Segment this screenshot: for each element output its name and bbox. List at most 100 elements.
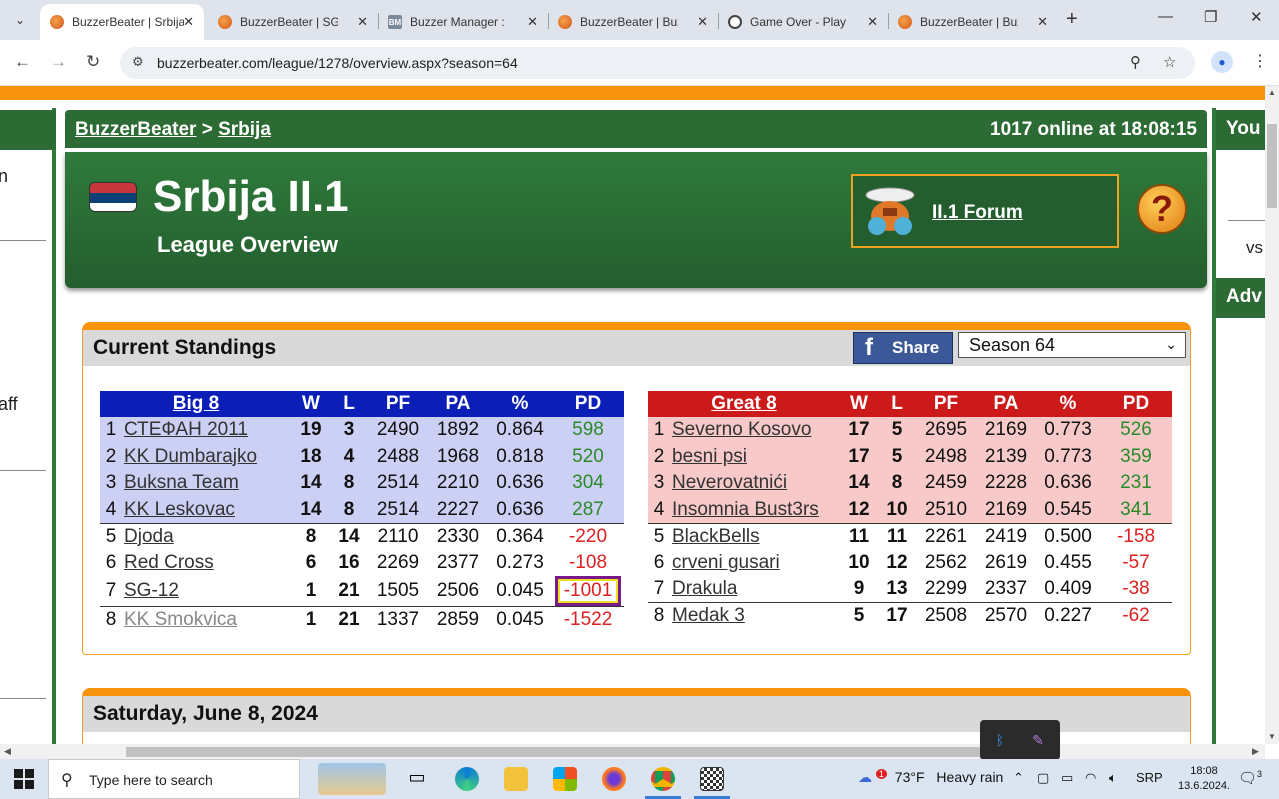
points-for-cell: 2488	[368, 443, 428, 470]
tab-buzzerbeater-3[interactable]: BuzzerBeater | Buz ✕	[548, 4, 718, 40]
scroll-down-icon[interactable]: ▼	[1268, 732, 1276, 741]
reload-icon[interactable]: ↻	[86, 52, 100, 72]
bluetooth-icon[interactable]: ᛒ	[986, 728, 1014, 752]
battery-icon[interactable]: ▭	[1061, 770, 1073, 786]
taskbar-clock[interactable]: 18:08 13.6.2024.	[1178, 764, 1230, 794]
team-link[interactable]: Red Cross	[124, 552, 214, 573]
url-text[interactable]: buzzerbeater.com/league/1278/overview.as…	[157, 55, 518, 71]
team-link[interactable]: Severno Kosovo	[672, 419, 811, 440]
scroll-up-icon[interactable]: ▲	[1268, 88, 1276, 97]
group-name-link[interactable]: Big 8	[100, 391, 292, 417]
menu-kebab-icon[interactable]: ⋮	[1252, 51, 1268, 71]
team-link[interactable]: Drakula	[672, 578, 737, 599]
help-question-icon[interactable]: ?	[1137, 184, 1187, 234]
volume-icon[interactable]: 🔈︎	[1109, 770, 1117, 786]
scrollbar-thumb[interactable]	[126, 747, 994, 757]
scroll-left-icon[interactable]: ◀	[4, 746, 11, 757]
window-close-icon[interactable]: ✕	[1250, 8, 1263, 26]
team-link[interactable]: KK Smokvica	[124, 609, 237, 630]
win-pct-cell: 0.045	[496, 609, 544, 630]
close-icon[interactable]: ✕	[527, 14, 538, 30]
point-diff-value: 287	[572, 498, 604, 520]
scroll-right-icon[interactable]: ▶	[1252, 746, 1259, 757]
win-pct-cell: 0.455	[1044, 551, 1092, 573]
team-link[interactable]: Neverovatnići	[672, 472, 787, 493]
language-indicator[interactable]: SRP	[1136, 770, 1163, 785]
rank-cell: 8	[105, 609, 117, 630]
team-cell: BlackBells	[670, 522, 840, 550]
new-tab-plus-icon[interactable]: +	[1066, 8, 1078, 31]
scrollbar-thumb[interactable]	[1267, 124, 1277, 208]
meet-now-icon[interactable]: ▢	[1037, 770, 1049, 786]
group-name-link[interactable]: Great 8	[648, 391, 840, 417]
tab-buzzerbeater-4[interactable]: BuzzerBeater | Buz ✕	[888, 4, 1058, 40]
facebook-share-button[interactable]: f Share	[853, 332, 953, 364]
chrome-icon[interactable]	[651, 767, 675, 791]
close-icon[interactable]: ✕	[1037, 14, 1048, 30]
losses-cell: 4	[330, 443, 368, 470]
tab-game-over[interactable]: Game Over - Play J ✕	[718, 4, 888, 40]
page-title: Srbija II.1	[153, 172, 349, 221]
tab-sg12[interactable]: BuzzerBeater | SG-12 ✕	[208, 4, 378, 40]
losses-cell: 21	[338, 609, 360, 630]
team-link[interactable]: SG-12	[124, 580, 179, 601]
task-view-icon[interactable]: ▭	[405, 767, 429, 791]
team-link[interactable]: СТЕФАН 2011	[124, 419, 248, 440]
team-link[interactable]: crveni gusari	[672, 552, 780, 573]
app-checkered-icon[interactable]	[700, 767, 724, 791]
tray-chevron-up-icon[interactable]: ⌃	[1013, 770, 1024, 786]
back-arrow-icon[interactable]: ←	[14, 52, 31, 72]
season-select[interactable]: Season 64 ⌄	[958, 332, 1186, 358]
clock-icon	[728, 15, 742, 29]
address-bar[interactable]: ⚙ buzzerbeater.com/league/1278/overview.…	[120, 47, 1195, 79]
breadcrumb-country-link[interactable]: Srbija	[218, 119, 271, 140]
notification-icon[interactable]: 🗨︎3	[1238, 769, 1262, 787]
tab-buzzer-manager[interactable]: BM Buzzer Manager : s ✕	[378, 4, 548, 40]
edge-icon[interactable]	[455, 767, 479, 791]
rank-cell: 2	[100, 443, 122, 470]
search-highlight-icon[interactable]	[318, 763, 386, 795]
rank-cell: 6	[653, 551, 665, 573]
windows-start-icon[interactable]	[14, 769, 34, 789]
bookmark-star-icon[interactable]: ☆	[1163, 53, 1176, 71]
team-link[interactable]: Insomnia Bust3rs	[672, 499, 819, 520]
store-icon[interactable]	[553, 767, 577, 791]
points-against-cell: 1892	[428, 417, 488, 444]
weather-widget[interactable]: ☁ 1 73°F Heavy rain	[858, 769, 1003, 786]
team-link[interactable]: Medak 3	[672, 605, 745, 626]
win-pct-cell: 0.773	[1036, 417, 1100, 444]
taskbar-search[interactable]: ⚲ Type here to search	[48, 759, 300, 799]
points-against-cell: 1968	[428, 443, 488, 470]
breadcrumb-home-link[interactable]: BuzzerBeater	[75, 119, 196, 140]
tab-label: BuzzerBeater | Buz	[580, 15, 678, 29]
horizontal-scrollbar[interactable]: ◀ ▶	[0, 744, 1265, 759]
team-link[interactable]: BlackBells	[672, 526, 760, 547]
file-explorer-icon[interactable]	[504, 767, 528, 791]
team-link[interactable]: Buksna Team	[124, 472, 239, 493]
tab-search-chevron-icon[interactable]: ⌄	[8, 8, 32, 32]
pen-icon[interactable]: ✎	[1024, 728, 1052, 752]
restore-icon[interactable]: ❐	[1204, 8, 1217, 26]
page-subtitle: League Overview	[157, 232, 338, 257]
firefox-icon[interactable]	[602, 767, 626, 791]
vertical-scrollbar[interactable]: ▲ ▼	[1265, 86, 1279, 744]
team-link[interactable]: besni psi	[672, 446, 747, 467]
team-link[interactable]: Djoda	[124, 526, 174, 547]
team-cell: Neverovatnići	[670, 470, 840, 497]
close-icon[interactable]: ✕	[357, 14, 368, 30]
point-diff-value: -62	[1122, 605, 1150, 626]
wifi-icon[interactable]: ◠	[1085, 770, 1096, 786]
team-link[interactable]: KK Leskovac	[124, 499, 235, 520]
profile-avatar-icon[interactable]: ●	[1211, 51, 1233, 73]
zoom-icon[interactable]: ⚲	[1130, 53, 1141, 71]
site-info-icon[interactable]: ⚙	[132, 54, 144, 70]
team-link[interactable]: KK Dumbarajko	[124, 446, 257, 467]
win-pct-cell: 0.227	[1044, 605, 1092, 626]
forward-arrow-icon[interactable]: →	[50, 52, 67, 72]
close-icon[interactable]: ✕	[183, 14, 194, 30]
minimize-icon[interactable]: —	[1158, 8, 1173, 25]
tab-srbija[interactable]: BuzzerBeater | Srbija ✕	[40, 4, 204, 40]
forum-link[interactable]: II.1 Forum	[932, 202, 1023, 224]
close-icon[interactable]: ✕	[867, 14, 878, 30]
close-icon[interactable]: ✕	[697, 14, 708, 30]
